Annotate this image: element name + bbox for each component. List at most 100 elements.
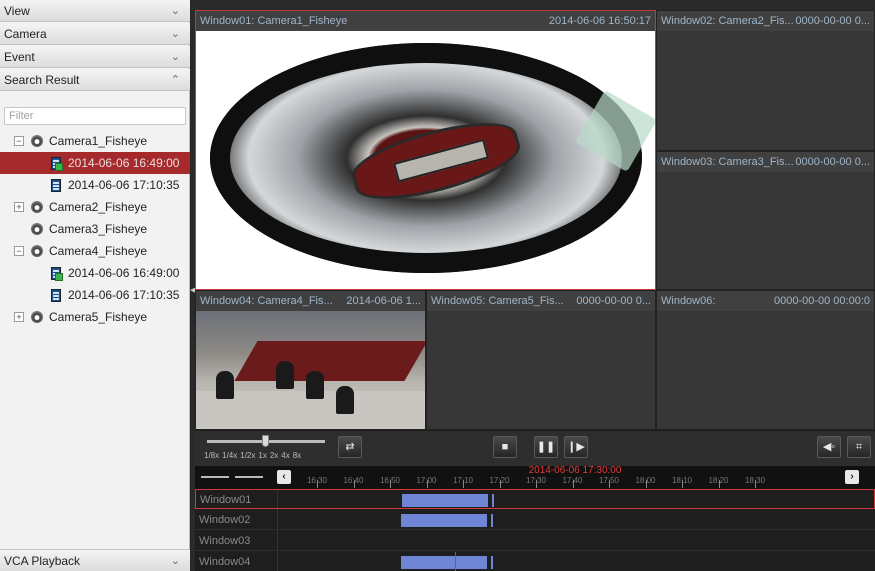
section-label: Event [4, 50, 35, 64]
speed-label: 1/4x [222, 451, 238, 460]
section-label: VCA Playback [4, 554, 81, 568]
section-view[interactable]: View ⌄ [0, 0, 190, 22]
filter-input[interactable] [4, 107, 186, 125]
pause-icon: ❚❚ [536, 441, 556, 453]
recording-segment[interactable] [491, 514, 493, 527]
sync-playback-button[interactable]: ⇄ [338, 436, 362, 458]
speed-slider-thumb[interactable] [262, 435, 269, 447]
section-label: View [4, 4, 30, 18]
section-label: Search Result [4, 73, 80, 87]
zoom-out-icon[interactable] [201, 476, 229, 478]
video-window-3[interactable]: Window03: Camera3_Fis... 0000-00-00 0... [656, 151, 875, 290]
collapse-icon[interactable]: − [14, 136, 24, 146]
recording-segment[interactable] [492, 494, 494, 507]
window-title-bar: Window03: Camera3_Fis... 0000-00-00 0... [657, 152, 874, 172]
current-time: 2014-06-06 17:30:00 [528, 465, 622, 476]
grid-top-bar [195, 0, 875, 10]
timeline-ruler[interactable]: 2014-06-06 17:30:00 ‹ › 16:30 16:40 16:50 1… [195, 466, 875, 489]
window-timestamp: 0000-00-00 0... [795, 156, 870, 168]
video-file-icon [51, 289, 61, 302]
tree-label: Camera4_Fisheye [49, 244, 148, 258]
expand-icon[interactable]: + [14, 312, 24, 322]
chevron-down-icon: ⌄ [170, 51, 180, 63]
single-frame-icon: ❙▶ [567, 441, 585, 453]
timeline-row-label: Window03 [199, 535, 251, 547]
timeline-zoom-control[interactable] [201, 473, 271, 481]
section-search-result[interactable]: Search Result ⌃ [0, 69, 190, 91]
tree-camera-3[interactable]: Camera3_Fisheye [0, 218, 190, 240]
empty-video-area [657, 31, 874, 150]
tree-camera-1[interactable]: − Camera1_Fisheye [0, 130, 190, 152]
video-window-5[interactable]: Window05: Camera5_Fis... 0000-00-00 0... [426, 290, 656, 430]
video-window-1[interactable]: Window01: Camera1_Fisheye 2014-06-06 16:… [195, 10, 656, 290]
tree-label: 2014-06-06 16:49:00 [68, 156, 180, 170]
chevron-up-icon: ⌃ [170, 74, 180, 86]
video-file-icon [51, 179, 61, 192]
tree-camera-4[interactable]: − Camera4_Fisheye [0, 240, 190, 262]
tree-file-1[interactable]: 2014-06-06 16:49:00 [0, 152, 190, 174]
chevron-down-icon: ⌄ [170, 5, 180, 17]
recording-segment[interactable] [402, 494, 488, 507]
video-window-4[interactable]: Window04: Camera4_Fis... 2014-06-06 1... [195, 290, 426, 430]
section-camera[interactable]: Camera ⌄ [0, 23, 190, 45]
window-title: Window04: Camera4_Fis... [200, 295, 333, 307]
recording-segment[interactable] [491, 556, 493, 569]
collapse-icon[interactable]: − [14, 246, 24, 256]
timeline-tick-label: 16:30 [306, 476, 328, 485]
speed-label: 8x [292, 451, 302, 460]
video-window-6[interactable]: Window06: 0000-00-00 00:00:0 [656, 290, 875, 430]
recording-segment[interactable] [401, 556, 487, 569]
tree-file-4[interactable]: 2014-06-06 17:10:35 [0, 284, 190, 306]
timeline-row[interactable]: Window03 [195, 531, 875, 551]
tree-file-3[interactable]: 2014-06-06 16:49:00 [0, 262, 190, 284]
audio-button[interactable]: ◀◦ [817, 436, 841, 458]
audio-off-icon: ◀◦ [822, 441, 836, 453]
timeline-row-label: Window01 [200, 494, 252, 506]
video-detail [216, 371, 234, 399]
timeline-tick-label: 17:10 [452, 476, 474, 485]
chevron-right-icon: › [850, 471, 854, 482]
playback-cursor [455, 552, 456, 571]
speed-label: 1/2x [240, 451, 256, 460]
timeline-tick-label: 18:30 [744, 476, 766, 485]
expand-icon[interactable]: + [14, 202, 24, 212]
tree-label: 2014-06-06 17:10:35 [68, 178, 180, 192]
speed-label: 4x [281, 451, 290, 460]
timeline-row-label: Window04 [199, 556, 251, 568]
video-window-2[interactable]: Window02: Camera2_Fis... 0000-00-00 0... [656, 10, 875, 151]
pause-button[interactable]: ❚❚ [534, 436, 558, 458]
fullscreen-button[interactable]: ⌗ [847, 436, 871, 458]
timeline-tick-label: 17:50 [598, 476, 620, 485]
tree-label: Camera3_Fisheye [49, 222, 148, 236]
timeline-next-button[interactable]: › [845, 470, 859, 484]
timeline-row-label: Window02 [199, 514, 251, 526]
video-detail [306, 371, 324, 399]
speed-label: 1/8x [204, 451, 220, 460]
timeline-tick-label: 16:50 [379, 476, 401, 485]
section-vca-playback[interactable]: VCA Playback ⌄ [0, 549, 190, 571]
video-detail [234, 341, 425, 381]
section-label: Camera [4, 27, 47, 41]
tree-label: 2014-06-06 16:49:00 [68, 266, 180, 280]
timeline-tick-label: 17:30 [525, 476, 547, 485]
video-detail [336, 386, 354, 414]
tree-camera-2[interactable]: + Camera2_Fisheye [0, 196, 190, 218]
window-timestamp: 0000-00-00 0... [795, 15, 870, 27]
single-frame-button[interactable]: ❙▶ [564, 436, 588, 458]
section-event[interactable]: Event ⌄ [0, 46, 190, 68]
stop-button[interactable]: ■ [493, 436, 517, 458]
window-timestamp: 2014-06-06 1... [346, 295, 421, 307]
timeline-row[interactable]: Window04 [195, 552, 875, 571]
camera-icon [31, 245, 43, 257]
zoom-in-icon[interactable] [235, 476, 263, 478]
tree-file-2[interactable]: 2014-06-06 17:10:35 [0, 174, 190, 196]
timeline-row[interactable]: Window02 [195, 510, 875, 530]
timeline-row[interactable]: Window01 [195, 489, 875, 509]
camera-icon [31, 135, 43, 147]
timeline-prev-button[interactable]: ‹ [277, 470, 291, 484]
recording-segment[interactable] [401, 514, 487, 527]
tree-camera-5[interactable]: + Camera5_Fisheye [0, 306, 190, 328]
timeline-tick-label: 16:40 [343, 476, 364, 485]
video-file-icon [51, 267, 63, 281]
empty-video-area [657, 311, 874, 429]
